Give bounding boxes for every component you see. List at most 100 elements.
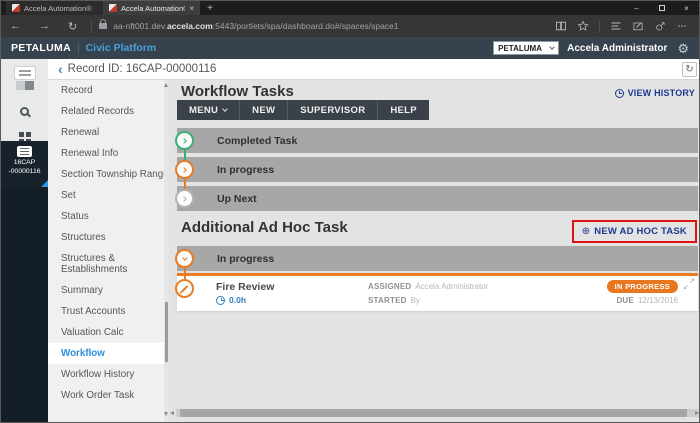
sidebar-item-structures-establishments[interactable]: Structures & Establishments	[48, 248, 164, 280]
app-header: PETALUMA | Civic Platform PETALUMA Accel…	[1, 37, 699, 59]
sidebar-item-related-records[interactable]: Related Records	[48, 101, 164, 122]
close-tab-icon[interactable]: ×	[189, 4, 194, 13]
context-select[interactable]: PETALUMA	[493, 41, 559, 55]
plus-circle-icon: ⊕	[582, 227, 591, 237]
browser-address-bar: ← → ↻ aa-nft001.dev.accela.com:5443/port…	[1, 15, 699, 37]
sidebar-item-section-township-range[interactable]: Section Township Range	[48, 164, 164, 185]
forward-icon[interactable]: →	[30, 20, 59, 32]
browser-window: Accela Automation® Accela Automation® × …	[0, 0, 700, 423]
task-hours: 0.0h	[216, 295, 246, 305]
status-badge: IN PROGRESS	[607, 280, 678, 293]
favorites-star-icon[interactable]	[572, 20, 594, 32]
adhoc-section-title: Additional Ad Hoc Task	[181, 219, 348, 236]
new-ad-hoc-task-link[interactable]: ⊕ NEW AD HOC TASK	[582, 226, 687, 237]
view-history-link[interactable]: VIEW HISTORY	[615, 88, 695, 98]
new-button[interactable]: NEW	[240, 100, 288, 120]
up-next-status-icon	[175, 189, 194, 208]
annotation-highlight-box: ⊕ NEW AD HOC TASK	[572, 220, 697, 243]
sidebar-item-valuation-calc[interactable]: Valuation Calc	[48, 322, 164, 343]
record-title: Record ID: 16CAP-00000116	[68, 63, 217, 75]
in-progress-status-icon	[175, 160, 194, 179]
task-group-completed[interactable]: Completed Task	[177, 128, 698, 153]
scroll-down-icon[interactable]	[164, 412, 168, 416]
sidebar-item-summary[interactable]: Summary	[48, 280, 164, 301]
record-document-icon	[17, 146, 32, 157]
main-content: Workflow Tasks VIEW HISTORY MENU NEW SUP…	[169, 80, 700, 422]
scroll-up-icon[interactable]	[164, 83, 168, 87]
menu-button[interactable]: MENU	[177, 100, 240, 120]
maximize-button[interactable]	[649, 1, 674, 15]
url-text[interactable]: aa-nft001.dev.accela.com:5443/portlets/s…	[113, 21, 398, 31]
launchpad-icon[interactable]	[14, 66, 36, 80]
scrollbar-thumb[interactable]	[165, 302, 168, 362]
sidebar-item-set[interactable]: Set	[48, 185, 164, 206]
horizontal-scrollbar[interactable]	[176, 409, 700, 417]
divider	[91, 20, 92, 33]
expand-task-icon[interactable]: ↗ ↙	[683, 278, 695, 290]
supervisor-button[interactable]: SUPERVISOR	[288, 100, 378, 120]
web-note-icon[interactable]	[627, 20, 649, 32]
expanded-status-icon	[175, 249, 194, 268]
task-name: Fire Review	[216, 281, 274, 293]
workflow-tasks-title: Workflow Tasks	[181, 83, 294, 100]
active-corner-marker	[41, 180, 48, 187]
sidebar-item-status[interactable]: Status	[48, 206, 164, 227]
reading-view-icon[interactable]	[550, 20, 572, 32]
back-icon[interactable]: ←	[1, 20, 30, 32]
minimize-button[interactable]: –	[624, 1, 649, 15]
record-refresh-button[interactable]: ↻	[682, 62, 697, 77]
browser-tab-2-active[interactable]: Accela Automation® ×	[103, 1, 200, 15]
adhoc-group-in-progress[interactable]: In progress	[177, 246, 698, 271]
chevron-down-icon	[222, 106, 228, 112]
sidebar-item-record[interactable]: Record	[48, 80, 164, 101]
scroll-left-icon[interactable]	[170, 411, 174, 415]
new-tab-button[interactable]: +	[200, 1, 220, 15]
sidebar-item-workflow[interactable]: Workflow	[48, 343, 164, 364]
divider	[599, 20, 600, 33]
tab-title: Accela Automation®	[121, 4, 185, 13]
browser-action-icons	[550, 20, 699, 33]
task-group-in-progress[interactable]: In progress	[177, 157, 698, 182]
browser-tab-1[interactable]: Accela Automation®	[6, 1, 103, 15]
scrollbar-thumb[interactable]	[180, 409, 687, 417]
rail-card-line1: 16CAP	[1, 159, 48, 168]
rail-card-line2: -00000116	[1, 168, 48, 177]
record-sidebar: Record Related Records Renewal Renewal I…	[48, 80, 164, 422]
window-controls: – ×	[624, 1, 699, 15]
user-name: Accela Administrator	[567, 43, 667, 54]
search-icon[interactable]	[20, 107, 29, 116]
sidebar-item-renewal-info[interactable]: Renewal Info	[48, 143, 164, 164]
pencil-icon	[181, 285, 189, 293]
record-rail-card[interactable]: 16CAP -00000116	[1, 141, 48, 187]
task-group-up-next[interactable]: Up Next	[177, 186, 698, 211]
sidebar-item-work-order-task[interactable]: Work Order Task	[48, 385, 164, 406]
completed-status-icon	[175, 131, 194, 150]
record-header: ‹ Record ID: 16CAP-00000116 ↻	[48, 59, 700, 80]
close-window-button[interactable]: ×	[674, 1, 699, 15]
task-due: DUE 12/13/2016	[616, 296, 678, 305]
hours-clock-icon	[216, 296, 225, 305]
hub-icon[interactable]	[605, 20, 627, 32]
sidebar-item-renewal[interactable]: Renewal	[48, 122, 164, 143]
adhoc-task-card: Fire Review 0.0h ASSIGNED Accela Adminis…	[177, 273, 698, 311]
share-icon[interactable]	[649, 20, 671, 32]
help-button[interactable]: HELP	[378, 100, 429, 120]
sidebar-item-workflow-history[interactable]: Workflow History	[48, 364, 164, 385]
more-options-icon[interactable]	[671, 20, 693, 32]
edit-task-icon[interactable]	[175, 279, 194, 298]
accela-favicon	[12, 4, 20, 12]
history-clock-icon	[615, 89, 624, 98]
sidebar-item-structures[interactable]: Structures	[48, 227, 164, 248]
left-rail: 16CAP -00000116	[1, 59, 48, 422]
gear-icon[interactable]: ⚙	[677, 42, 689, 55]
browser-tab-bar: Accela Automation® Accela Automation® × …	[1, 1, 699, 15]
rail-background	[1, 187, 48, 422]
sidebar-item-trust-accounts[interactable]: Trust Accounts	[48, 301, 164, 322]
context-select-value: PETALUMA	[498, 44, 542, 53]
scroll-right-icon[interactable]	[695, 411, 699, 415]
back-chevron-icon[interactable]: ‹	[58, 62, 63, 76]
timeline-connector	[184, 179, 186, 189]
divider: |	[77, 43, 80, 54]
agency-name: PETALUMA	[11, 42, 71, 54]
refresh-icon[interactable]: ↻	[59, 20, 86, 33]
